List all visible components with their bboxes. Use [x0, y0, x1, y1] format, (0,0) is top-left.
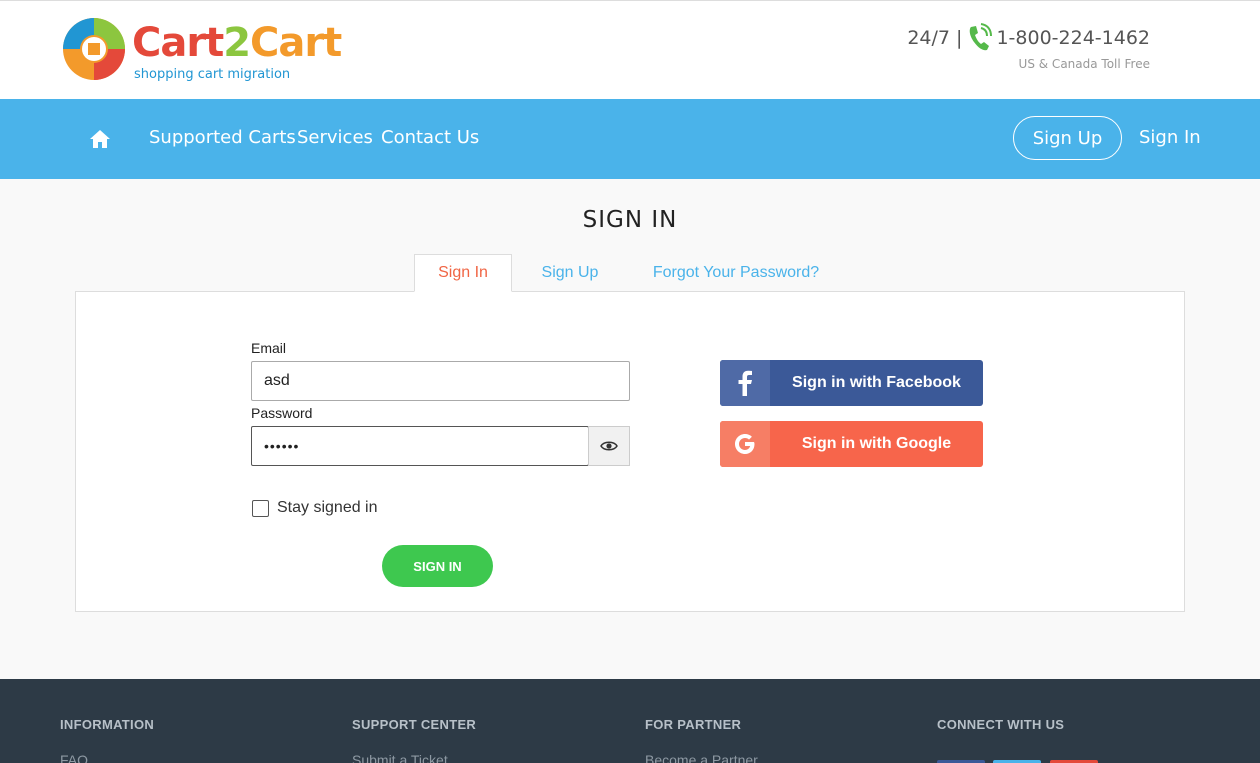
stay-signed-in-checkbox[interactable] [252, 500, 269, 517]
email-label: Email [251, 340, 287, 356]
signin-submit-button[interactable]: SIGN IN [382, 545, 493, 587]
nav-signin-link[interactable]: Sign In [1139, 127, 1201, 148]
signin-panel [75, 291, 1185, 612]
tab-sign-in[interactable]: Sign In [414, 254, 512, 292]
email-field[interactable]: asd [251, 361, 630, 401]
logo-tagline: shopping cart migration [134, 67, 291, 82]
nav-signup-button[interactable]: Sign Up [1013, 116, 1122, 160]
show-password-button[interactable] [588, 426, 630, 466]
footer-link-faq[interactable]: FAQ [60, 752, 88, 763]
facebook-icon [720, 360, 770, 406]
footer-heading-connect: CONNECT WITH US [937, 717, 1065, 732]
facebook-signin-label: Sign in with Facebook [792, 374, 961, 391]
nav-supported-carts[interactable]: Supported Carts [149, 127, 296, 148]
footer-heading-partner: FOR PARTNER [645, 717, 742, 732]
google-signin-label: Sign in with Google [801, 435, 952, 452]
tab-forgot-password[interactable]: Forgot Your Password? [640, 254, 832, 292]
phone-icon [970, 23, 993, 51]
site-footer: INFORMATION SUPPORT CENTER FOR PARTNER C… [0, 679, 1260, 763]
phone-number[interactable]: 1-800-224-1462 [996, 27, 1150, 49]
toll-free-note: US & Canada Toll Free [1018, 57, 1150, 71]
support-hours: 24/7 | [907, 27, 963, 49]
footer-heading-information: INFORMATION [60, 717, 155, 732]
eye-icon [600, 441, 618, 451]
password-label: Password [251, 405, 313, 421]
cart2cart-logo[interactable]: Cart2Cart shopping cart migration [60, 15, 342, 85]
google-signin-button[interactable]: Sign in with Google [720, 421, 983, 467]
facebook-signin-button[interactable]: Sign in with Facebook [720, 360, 983, 406]
main-nav: Supported Carts Services Contact Us Sign… [0, 99, 1260, 179]
nav-contact-us[interactable]: Contact Us [381, 127, 479, 148]
footer-link-become-partner[interactable]: Become a Partner [645, 752, 758, 763]
password-field[interactable]: •••••• [251, 426, 589, 466]
site-header: Cart2Cart shopping cart migration 24/7 |… [0, 0, 1260, 99]
logo-wordmark: Cart2Cart [132, 20, 342, 66]
tab-sign-up[interactable]: Sign Up [522, 254, 618, 292]
footer-link-submit-ticket[interactable]: Submit a Ticket [352, 752, 448, 763]
home-icon[interactable] [89, 129, 111, 149]
google-icon [720, 421, 770, 467]
stay-signed-in-label: Stay signed in [277, 499, 378, 516]
footer-heading-support: SUPPORT CENTER [352, 717, 477, 732]
page-title: SIGN IN [582, 207, 678, 233]
logo-mark-icon [63, 18, 125, 80]
contact-phone: 24/7 | 1-800-224-1462 US & Canada Toll F… [907, 23, 1150, 71]
nav-services[interactable]: Services [297, 127, 373, 148]
